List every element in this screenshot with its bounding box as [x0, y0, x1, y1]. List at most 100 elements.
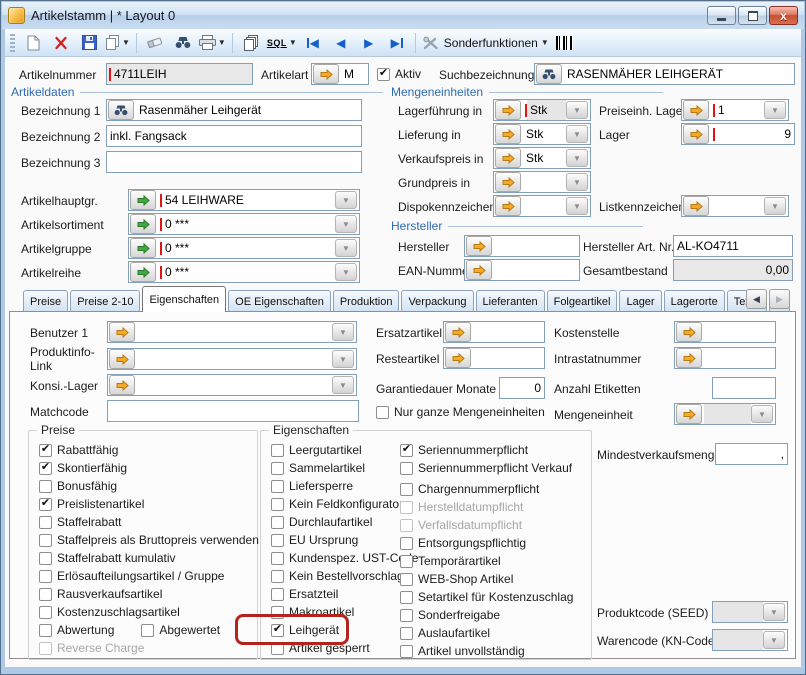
new-record-button[interactable]: [19, 31, 47, 55]
dropdown-button[interactable]: ▼: [566, 149, 588, 167]
hersteller-field[interactable]: [464, 235, 580, 257]
dropdown-button[interactable]: ▼: [763, 631, 785, 649]
tab-verpackung[interactable]: Verpackung: [401, 290, 473, 312]
checkbox-erloesaufteilungsartikel[interactable]: Erlösaufteilungsartikel / Gruppe: [39, 569, 224, 583]
checkbox-abgewertet[interactable]: Abgewertet: [141, 623, 220, 637]
dropdown-button[interactable]: ▼: [332, 323, 354, 341]
artikelsortiment-combo[interactable]: 0 *** ▼: [128, 213, 360, 235]
lookup-arrow-button[interactable]: [495, 100, 521, 120]
produktcode-seed-combo[interactable]: ▼: [712, 601, 788, 623]
erase-button[interactable]: [141, 31, 169, 55]
copy-button[interactable]: ▼: [103, 31, 132, 55]
lookup-arrow-button[interactable]: [495, 124, 521, 144]
lookup-arrow-button[interactable]: [130, 214, 156, 234]
checkbox-kein-feldkonfigurator[interactable]: Kein Feldkonfigurator: [271, 497, 403, 511]
artikelart-combo[interactable]: M: [311, 63, 369, 85]
suchbezeichnung-field[interactable]: RASENMÄHER LEIHGERÄT: [534, 63, 795, 85]
produktinfo-link-combo[interactable]: ▼: [107, 348, 357, 370]
checkbox-makroartikel[interactable]: Makroartikel: [271, 605, 354, 619]
search-button[interactable]: [169, 31, 197, 55]
lagerfuehrung-combo[interactable]: Stk ▼: [493, 99, 591, 121]
tab-produktion[interactable]: Produktion: [333, 290, 400, 312]
tab-preise-2-10[interactable]: Preise 2-10: [70, 290, 140, 312]
nav-first-button[interactable]: ◀: [299, 31, 327, 55]
checkbox-durchlaufartikel[interactable]: Durchlaufartikel: [271, 515, 372, 529]
lookup-arrow-button[interactable]: [130, 190, 156, 210]
lookup-arrow-button[interactable]: [676, 322, 702, 342]
kostenstelle-field[interactable]: [674, 321, 776, 343]
preiseinh-lager-combo[interactable]: 1 ▼: [681, 99, 789, 121]
resteartikel-field[interactable]: [443, 347, 545, 369]
dropdown-button[interactable]: ▼: [335, 215, 357, 233]
checkbox-liefersperre[interactable]: Liefersperre: [271, 479, 353, 493]
tab-lagerorte[interactable]: Lagerorte: [664, 290, 725, 312]
nav-next-button[interactable]: ▶: [355, 31, 383, 55]
ersatzartikel-field[interactable]: [443, 321, 545, 343]
dropdown-button[interactable]: ▼: [764, 197, 786, 215]
delete-record-button[interactable]: [47, 31, 75, 55]
dropdown-button[interactable]: ▼: [335, 191, 357, 209]
bezeichnung3-field[interactable]: [106, 151, 362, 173]
dropdown-button[interactable]: ▼: [566, 101, 588, 119]
lookup-arrow-button[interactable]: [495, 196, 521, 216]
checkbox-setartikel-kostenzuschlag[interactable]: Setartikel für Kostenzuschlag: [400, 590, 573, 604]
tab-lager[interactable]: Lager: [619, 290, 661, 312]
barcode-button[interactable]: [551, 31, 579, 55]
matchcode-field[interactable]: [107, 400, 359, 422]
tab-preise[interactable]: Preise: [23, 290, 68, 312]
mengeneinheit-combo[interactable]: ▼: [674, 403, 776, 425]
dropdown-button[interactable]: ▼: [332, 350, 354, 368]
checkbox-kein-bestellvorschlag[interactable]: Kein Bestellvorschlag: [271, 569, 404, 583]
binoculars-lookup-button[interactable]: [108, 100, 134, 120]
dropdown-button[interactable]: ▼: [566, 173, 588, 191]
print-button[interactable]: ▼: [197, 31, 228, 55]
checkbox-sammelartikel[interactable]: Sammelartikel: [271, 461, 365, 475]
sonderfunktionen-button[interactable]: Sonderfunktionen ▼: [420, 31, 551, 55]
checkbox-web-shop-artikel[interactable]: WEB-Shop Artikel: [400, 572, 513, 586]
garantiedauer-field[interactable]: 0: [499, 377, 545, 399]
aktiv-checkbox[interactable]: Aktiv: [377, 67, 421, 81]
lookup-arrow-button[interactable]: [466, 260, 492, 280]
nav-last-button[interactable]: ▶: [383, 31, 411, 55]
sql-button[interactable]: SQL▼: [265, 31, 299, 55]
checkbox-staffelrabatt[interactable]: Staffelrabatt: [39, 515, 122, 529]
checkbox-skontierfaehig[interactable]: Skontierfähig: [39, 461, 127, 475]
checkbox-staffelrabatt-kumulativ[interactable]: Staffelrabatt kumulativ: [39, 551, 176, 565]
checkbox-sonderfreigabe[interactable]: Sonderfreigabe: [400, 608, 500, 622]
tab-lieferanten[interactable]: Lieferanten: [476, 290, 545, 312]
checkbox-ersatzteil[interactable]: Ersatzteil: [271, 587, 338, 601]
checkbox-leihgeraet[interactable]: Leihgerät: [271, 623, 339, 637]
lookup-arrow-button[interactable]: [683, 196, 709, 216]
lookup-arrow-button[interactable]: [109, 375, 135, 395]
dropdown-button[interactable]: ▼: [764, 101, 786, 119]
checkbox-kundenspez-ust-code[interactable]: Kundenspez. UST-Code: [271, 551, 418, 565]
dropdown-button[interactable]: ▼: [335, 263, 357, 281]
artikelreihe-combo[interactable]: 0 *** ▼: [128, 261, 360, 283]
close-button[interactable]: x: [769, 6, 798, 25]
lager-field[interactable]: 9: [681, 123, 795, 145]
tab-folgeartikel[interactable]: Folgeartikel: [547, 290, 618, 312]
artikelgruppe-combo[interactable]: 0 *** ▼: [128, 237, 360, 259]
lookup-arrow-button[interactable]: [130, 238, 156, 258]
lookup-arrow-button[interactable]: [109, 322, 135, 342]
checkbox-preislistenartikel[interactable]: Preislistenartikel: [39, 497, 144, 511]
checkbox-abwertung[interactable]: Abwertung: [39, 623, 114, 637]
dispokennzeichen-combo[interactable]: ▼: [493, 195, 591, 217]
mindestverkaufsmenge-field[interactable]: ,: [715, 443, 788, 465]
save-button[interactable]: [75, 31, 103, 55]
restore-button[interactable]: [738, 6, 767, 25]
tab-eigenschaften[interactable]: Eigenschaften: [142, 286, 226, 312]
lookup-arrow-button[interactable]: [466, 236, 492, 256]
listkennzeichen-combo[interactable]: ▼: [681, 195, 789, 217]
bezeichnung1-field[interactable]: Rasenmäher Leihgerät: [106, 99, 362, 121]
checkbox-leergutartikel[interactable]: Leergutartikel: [271, 443, 362, 457]
lookup-arrow-button[interactable]: [676, 348, 702, 368]
tab-oe-eigenschaften[interactable]: OE Eigenschaften: [228, 290, 331, 312]
lookup-arrow-button[interactable]: [130, 262, 156, 282]
lookup-arrow-button[interactable]: [676, 404, 702, 424]
ean-nummer-field[interactable]: [464, 259, 580, 281]
checkbox-seriennummerpflicht[interactable]: Seriennummerpflicht: [400, 443, 528, 457]
checkbox-seriennummerpflicht-verkauf[interactable]: Seriennummerpflicht Verkauf: [400, 461, 572, 475]
bezeichnung2-field[interactable]: inkl. Fangsack: [106, 125, 362, 147]
checkbox-rabattfaehig[interactable]: Rabattfähig: [39, 443, 118, 457]
